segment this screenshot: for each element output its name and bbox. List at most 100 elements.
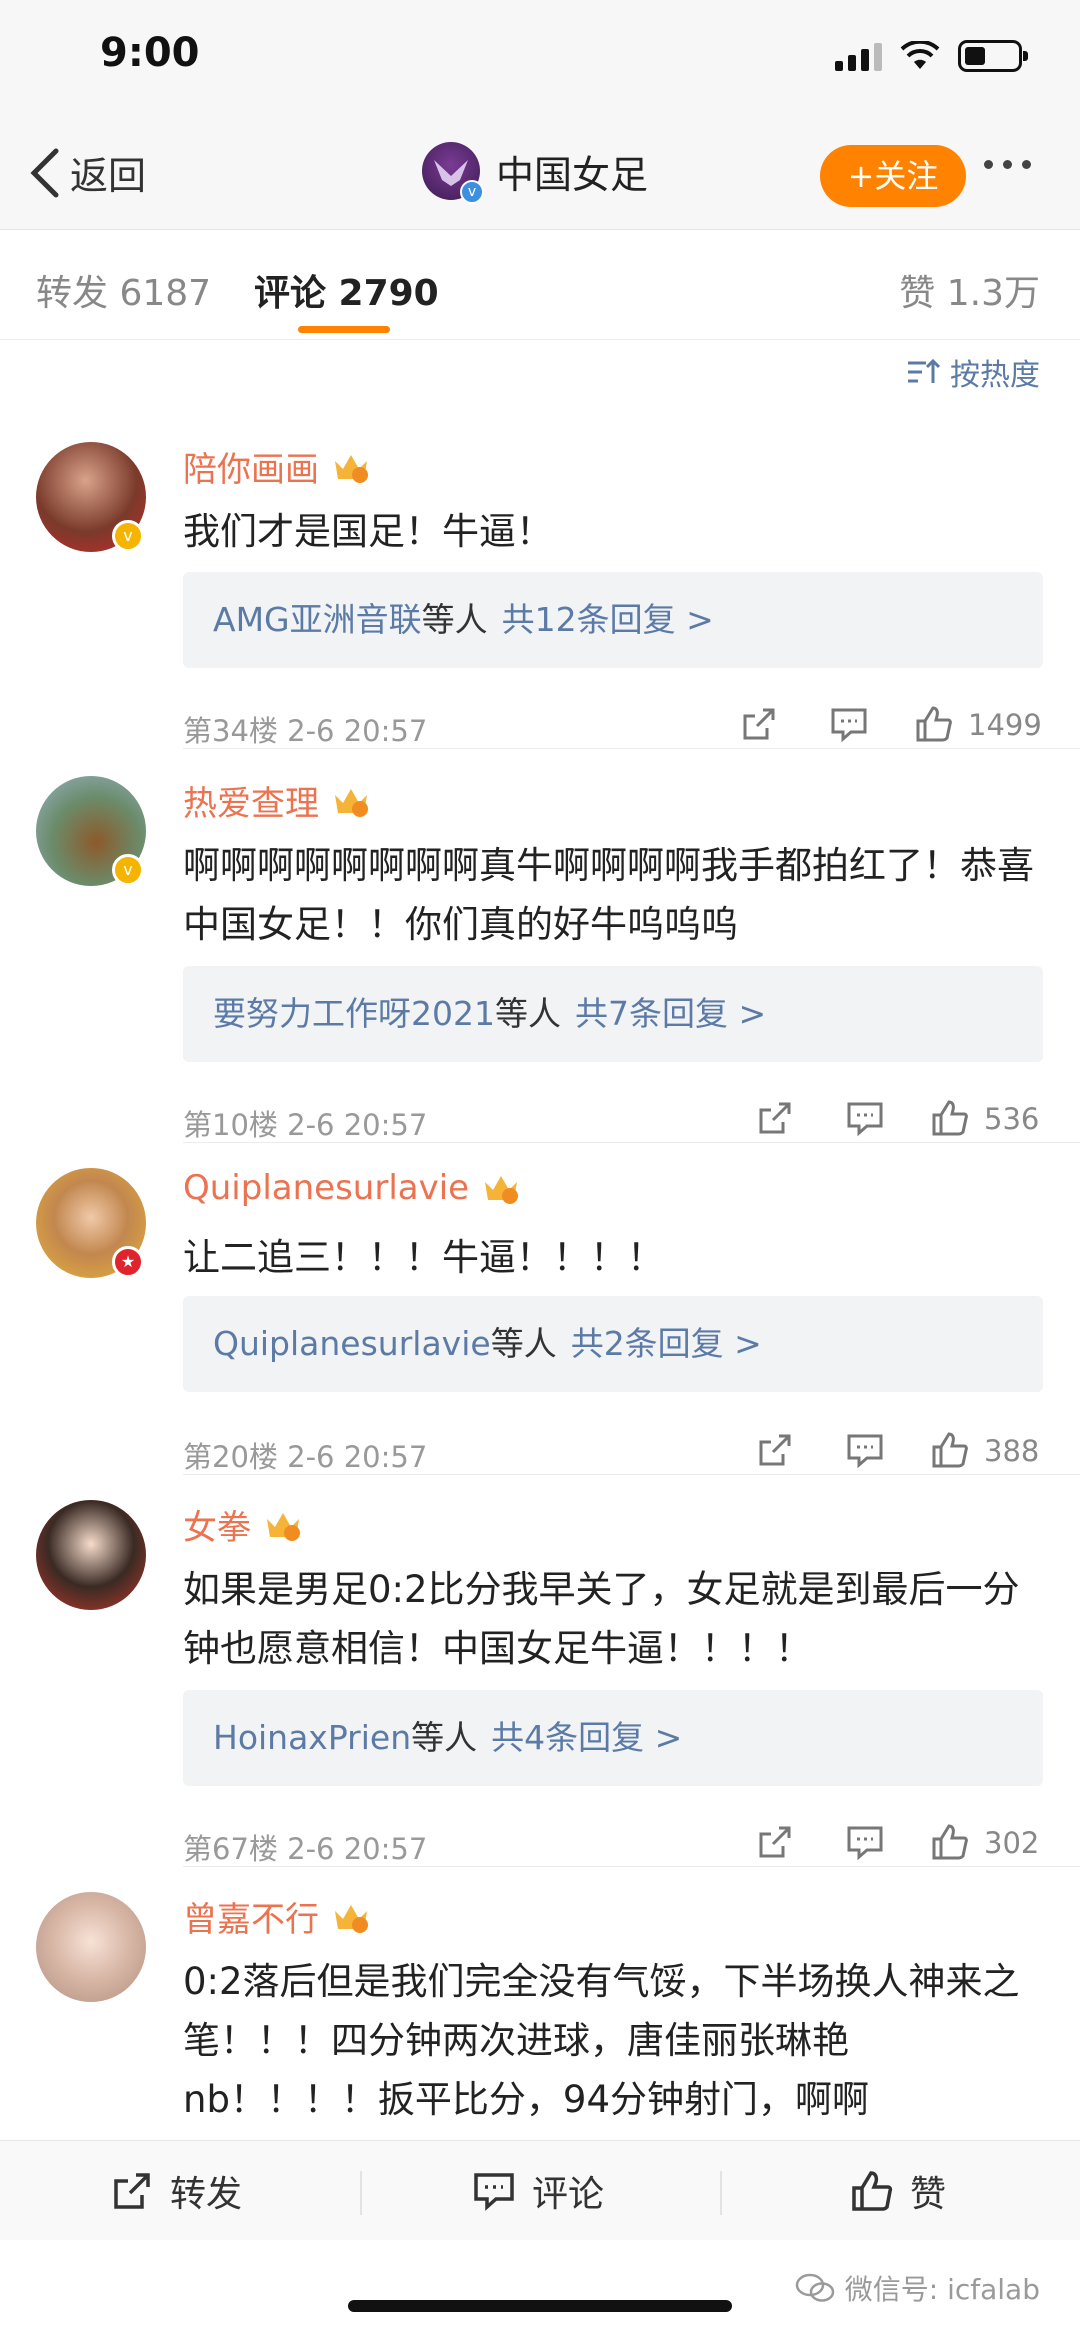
reply-summary[interactable]: AMG亚洲音联等人 共12条回复 > (183, 572, 1043, 668)
toolbar-separator (720, 2171, 722, 2215)
reply-count-link[interactable]: 共2条回复 > (571, 1324, 762, 1363)
more-options-icon[interactable] (984, 160, 1031, 169)
bottom-toolbar: 转发 评论 赞 (0, 2140, 1080, 2240)
sort-button[interactable]: 按热度 (906, 350, 1040, 394)
comment-icon[interactable] (845, 1822, 885, 1862)
crown-badge-icon (335, 1904, 368, 1933)
tab-comment[interactable]: 评论 2790 (254, 264, 439, 316)
floor-and-time: 第10楼 2-6 20:57 (183, 1108, 428, 1142)
page-title: 中国女足 (496, 152, 649, 197)
like-icon[interactable] (930, 1098, 970, 1138)
wechat-icon (795, 2273, 834, 2302)
toolbar-separator (360, 2171, 362, 2215)
comment-text: 让二追三！！！牛逼！！！！ (183, 1236, 664, 1279)
account-avatar[interactable]: v (422, 142, 484, 204)
floor-and-time: 第67楼 2-6 20:57 (183, 1832, 428, 1866)
username-row: 热爱查理 (183, 776, 371, 825)
username[interactable]: Quiplanesurlavie (183, 1168, 469, 1208)
follow-button[interactable]: +关注 (820, 145, 966, 207)
comment-button[interactable]: 评论 (472, 2141, 604, 2241)
reply-names[interactable]: Quiplanesurlavie (213, 1324, 491, 1363)
comment-meta: 第34楼 2-6 20:57 1499 (183, 700, 1043, 750)
forward-button[interactable]: 转发 (110, 2141, 242, 2241)
tab-like[interactable]: 赞 1.3万 (899, 264, 1040, 316)
back-label: 返回 (70, 154, 147, 198)
comment-icon (474, 2173, 514, 2211)
like-icon[interactable] (930, 1822, 970, 1862)
comment-text: 0:2落后但是我们完全没有气馁，下半场换人神来之笔！！！四分钟两次进球，唐佳丽张… (183, 1960, 1020, 2121)
floor-and-time: 第34楼 2-6 20:57 (183, 714, 428, 748)
share-icon[interactable] (755, 1822, 795, 1862)
back-button[interactable]: 返回 (28, 145, 146, 200)
reply-names[interactable]: 要努力工作呀2021 (213, 994, 495, 1033)
reply-count-link[interactable]: 共12条回复 > (502, 600, 714, 639)
status-icons (835, 40, 1028, 72)
avatar[interactable] (36, 1500, 146, 1610)
nav-bar: 返回 v 中国女足 +关注 (0, 120, 1080, 230)
share-icon[interactable] (755, 1098, 795, 1138)
active-tab-indicator (298, 326, 390, 333)
username-row: Quiplanesurlavie (183, 1168, 521, 1208)
crown-badge-icon (335, 788, 368, 817)
like-icon[interactable] (930, 1430, 970, 1470)
tab-forward[interactable]: 转发 6187 (36, 264, 211, 316)
crown-badge-icon (485, 1176, 519, 1204)
reply-summary[interactable]: 要努力工作呀2021等人 共7条回复 > (183, 966, 1043, 1062)
watermark-text: 微信号: icfalab (844, 2273, 1040, 2306)
like-icon[interactable] (914, 704, 954, 744)
comment-icon[interactable] (829, 704, 869, 744)
divider (183, 1474, 1080, 1475)
sort-icon (908, 358, 940, 383)
reply-summary[interactable]: Quiplanesurlavie等人 共2条回复 > (183, 1296, 1043, 1392)
fan-badge-icon: ★ (112, 1246, 144, 1278)
home-indicator[interactable] (348, 2300, 732, 2312)
username[interactable]: 热爱查理 (183, 776, 319, 825)
like-button[interactable]: 赞 (850, 2141, 946, 2241)
share-icon[interactable] (755, 1430, 795, 1470)
tab-bar: 转发 6187 评论 2790 赞 1.3万 (0, 230, 1080, 340)
comment-icon[interactable] (845, 1430, 885, 1470)
verified-badge-icon: v (112, 854, 144, 886)
reply-suffix: 等人 (411, 1718, 478, 1757)
reply-count-link[interactable]: 共7条回复 > (575, 994, 766, 1033)
username[interactable]: 女拳 (183, 1500, 251, 1549)
like-icon (852, 2171, 893, 2211)
username[interactable]: 陪你画画 (183, 442, 319, 491)
reply-suffix: 等人 (490, 1324, 557, 1363)
comment-text: 我们才是国足！牛逼！ (183, 510, 553, 553)
comment-text: 如果是男足0:2比分我早关了，女足就是到最后一分钟也愿意相信！中国女足牛逼！！！… (183, 1568, 1020, 1670)
reply-names[interactable]: HoinaxPrien (213, 1718, 411, 1757)
chevron-left-icon (30, 148, 59, 197)
reply-suffix: 等人 (421, 600, 488, 639)
like-count: 302 (984, 1826, 1040, 1860)
wifi-icon (900, 41, 940, 69)
reply-count-link[interactable]: 共4条回复 > (491, 1718, 682, 1757)
battery-icon (958, 40, 1028, 72)
forward-label: 转发 (170, 2174, 243, 2215)
comment-meta: 第20楼 2-6 20:57 388 (183, 1426, 1043, 1476)
sort-label: 按热度 (950, 358, 1040, 393)
status-bar: 9:00 (0, 0, 1080, 120)
status-time: 9:00 (100, 30, 200, 76)
username[interactable]: 曾嘉不行 (183, 1892, 319, 1941)
comment-label: 评论 (532, 2174, 605, 2215)
username-row: 女拳 (183, 1500, 303, 1549)
username-row: 陪你画画 (183, 442, 371, 491)
share-icon (114, 2173, 150, 2209)
reply-summary[interactable]: HoinaxPrien等人 共4条回复 > (183, 1690, 1043, 1786)
verified-badge-icon: v (460, 180, 484, 204)
share-icon[interactable] (739, 704, 779, 744)
like-count: 388 (984, 1434, 1040, 1468)
account-header[interactable]: v 中国女足 (422, 142, 649, 204)
crown-badge-icon (335, 454, 368, 483)
avatar[interactable] (36, 1892, 146, 2002)
divider (183, 1866, 1080, 1867)
verified-badge-icon: v (112, 520, 144, 552)
reply-suffix: 等人 (494, 994, 561, 1033)
floor-and-time: 第20楼 2-6 20:57 (183, 1440, 428, 1474)
like-count: 536 (984, 1102, 1040, 1136)
signal-icon (835, 41, 882, 71)
comment-meta: 第10楼 2-6 20:57 536 (183, 1094, 1043, 1144)
reply-names[interactable]: AMG亚洲音联 (213, 600, 422, 639)
comment-icon[interactable] (845, 1098, 885, 1138)
